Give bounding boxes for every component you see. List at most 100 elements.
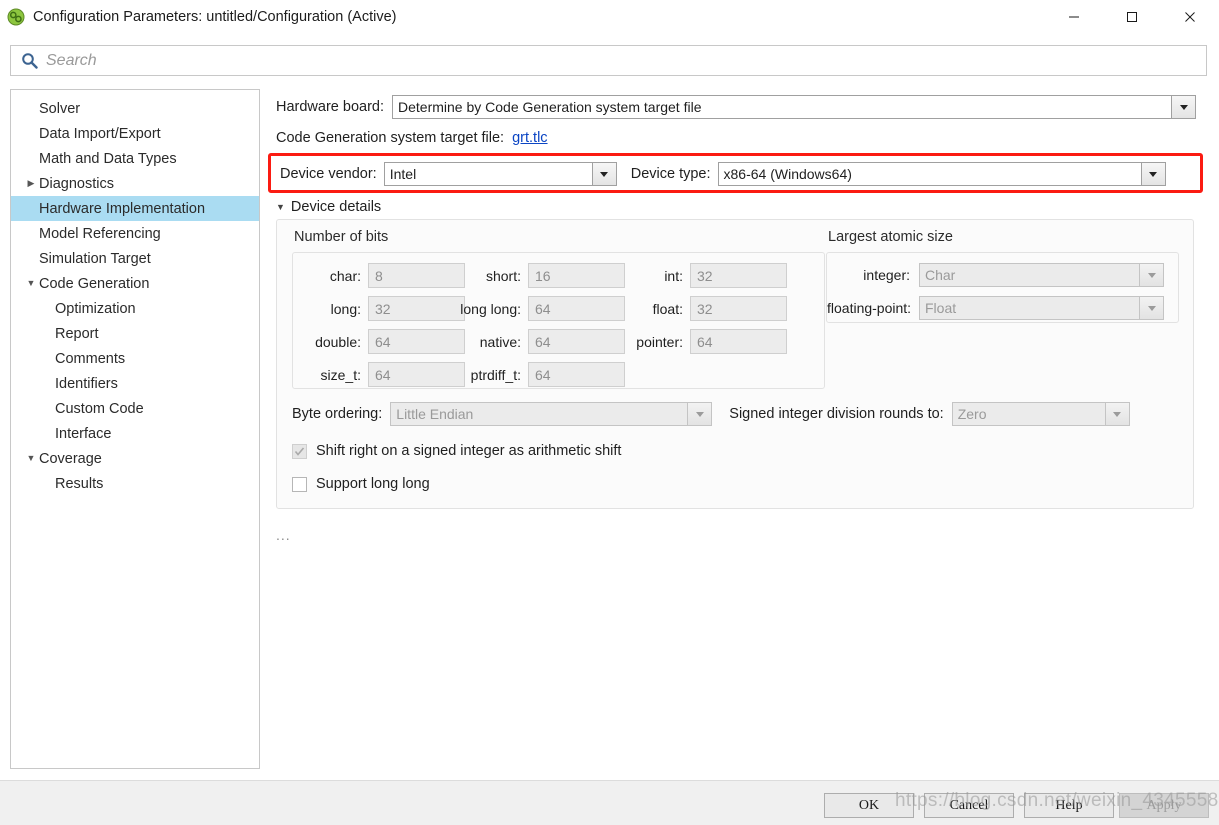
minimize-icon xyxy=(1069,16,1079,17)
sidebar-item-report[interactable]: Report xyxy=(11,321,259,346)
search-bar[interactable] xyxy=(10,45,1207,76)
sidebar-item-solver[interactable]: Solver xyxy=(11,96,259,121)
chevron-down-icon[interactable] xyxy=(1139,264,1163,286)
maximize-icon xyxy=(1127,11,1137,22)
shift-right-checkbox-row[interactable]: Shift right on a signed integer as arith… xyxy=(292,443,621,459)
shift-right-label: Shift right on a signed integer as arith… xyxy=(316,443,622,459)
chevron-down-icon[interactable] xyxy=(591,163,616,185)
system-target-file-label: Code Generation system target file: xyxy=(276,130,505,146)
sidebar-item-label: Simulation Target xyxy=(39,250,151,267)
check-icon xyxy=(294,446,305,456)
device-type-label: Device type: xyxy=(630,166,711,182)
sidebar-item-interface[interactable]: Interface xyxy=(11,421,259,446)
byte-ordering-label: Byte ordering: xyxy=(292,406,383,422)
sidebar-item-math-and-data-types[interactable]: Math and Data Types xyxy=(11,146,259,171)
chevron-down-icon[interactable] xyxy=(687,403,712,425)
settings-tree[interactable]: Solver Data Import/Export Math and Data Ty… xyxy=(10,89,260,769)
sidebar-item-label: Code Generation xyxy=(39,275,150,292)
atomic-floating-point-combo[interactable]: Float xyxy=(919,296,1164,320)
sidebar-item-label: Report xyxy=(55,325,99,342)
sidebar-item-label: Math and Data Types xyxy=(39,150,177,167)
chevron-down-icon[interactable] xyxy=(1140,163,1165,185)
signed-division-value: Zero xyxy=(957,406,987,422)
sidebar-item-label: Comments xyxy=(55,350,126,367)
maximize-button[interactable] xyxy=(1103,0,1161,33)
overflow-ellipsis[interactable]: ... xyxy=(276,527,291,543)
triangle-down-icon[interactable]: ▼ xyxy=(23,454,39,463)
chevron-down-icon[interactable] xyxy=(1139,297,1163,319)
close-icon xyxy=(1185,11,1195,22)
device-vendor-combo[interactable]: Intel xyxy=(383,162,617,186)
sidebar-item-results[interactable]: Results xyxy=(11,471,259,496)
window-title: Configuration Parameters: untitled/Confi… xyxy=(33,8,397,25)
device-details-disclosure[interactable]: ▼ Device details xyxy=(276,199,381,215)
hardware-board-row: Hardware board: Determine by Code Genera… xyxy=(276,95,1201,119)
window-controls xyxy=(1045,0,1219,33)
largest-atomic-size-title: Largest atomic size xyxy=(828,229,953,245)
sidebar-item-model-referencing[interactable]: Model Referencing xyxy=(11,221,259,246)
sidebar-item-label: Optimization xyxy=(55,300,136,317)
sidebar-item-code-generation[interactable]: ▼ Code Generation xyxy=(11,271,259,296)
sidebar-item-label: Coverage xyxy=(39,450,102,467)
atomic-floating-point-value: Float xyxy=(925,300,957,316)
device-type-combo[interactable]: x86-64 (Windows64) xyxy=(717,162,1166,186)
bits-label-float: float: xyxy=(652,301,683,317)
triangle-down-icon[interactable]: ▼ xyxy=(23,279,39,288)
bits-field-pointer[interactable]: 64 xyxy=(690,329,787,354)
sidebar-item-identifiers[interactable]: Identifiers xyxy=(11,371,259,396)
sidebar-item-comments[interactable]: Comments xyxy=(11,346,259,371)
settings-pane: Hardware board: Determine by Code Genera… xyxy=(268,89,1207,769)
ok-button[interactable]: OK xyxy=(824,793,914,818)
sidebar-item-label: Data Import/Export xyxy=(39,125,161,142)
chevron-down-icon[interactable] xyxy=(1171,96,1195,118)
shift-right-checkbox[interactable] xyxy=(292,443,307,459)
window-title-bar: Configuration Parameters: untitled/Confi… xyxy=(0,0,1219,34)
byte-ordering-row: Byte ordering: Little Endian Signed inte… xyxy=(292,402,1182,426)
support-long-long-label: Support long long xyxy=(316,476,430,492)
sidebar-item-label: Results xyxy=(55,475,104,492)
minimize-button[interactable] xyxy=(1045,0,1103,33)
bits-field-int[interactable]: 32 xyxy=(690,263,787,288)
sidebar-item-label: Model Referencing xyxy=(39,225,161,242)
signed-division-combo[interactable]: Zero xyxy=(951,402,1130,426)
sidebar-item-label: Diagnostics xyxy=(39,175,114,192)
search-icon xyxy=(21,52,38,69)
atomic-integer-label: integer: xyxy=(863,267,910,283)
help-button[interactable]: Help xyxy=(1024,793,1114,818)
search-input[interactable] xyxy=(46,51,1206,70)
chevron-down-icon[interactable] xyxy=(1104,403,1129,425)
bits-field-float[interactable]: 32 xyxy=(690,296,787,321)
device-details-panel: Number of bits char: 8 short: 16 int: 32 long:… xyxy=(276,219,1194,509)
sidebar-item-coverage[interactable]: ▼ Coverage xyxy=(11,446,259,471)
sidebar-item-label: Solver xyxy=(39,100,81,117)
triangle-down-icon: ▼ xyxy=(276,201,285,212)
byte-ordering-combo[interactable]: Little Endian xyxy=(390,402,713,426)
bits-field-ptrdiff_t[interactable]: 64 xyxy=(528,362,625,387)
hardware-board-label: Hardware board: xyxy=(276,99,384,115)
device-vendor-value: Intel xyxy=(389,166,417,182)
sidebar-item-diagnostics[interactable]: ▶ Diagnostics xyxy=(11,171,259,196)
support-long-long-checkbox-row[interactable]: Support long long xyxy=(292,476,430,492)
close-button[interactable] xyxy=(1161,0,1219,33)
number-of-bits-group: char: 8 short: 16 int: 32 long: 32 long long: 64 f… xyxy=(292,252,825,389)
hardware-board-combo[interactable]: Determine by Code Generation system targ… xyxy=(392,95,1196,119)
hardware-board-value: Determine by Code Generation system targ… xyxy=(398,99,702,115)
dialog-footer: OK Cancel Help Apply xyxy=(0,780,1219,825)
atomic-integer-combo[interactable]: Char xyxy=(919,263,1164,287)
byte-ordering-value: Little Endian xyxy=(396,406,474,422)
sidebar-item-hardware-implementation[interactable]: Hardware Implementation xyxy=(11,196,259,221)
atomic-floating-point-label: floating-point: xyxy=(827,300,912,316)
sidebar-item-simulation-target[interactable]: Simulation Target xyxy=(11,246,259,271)
sidebar-item-label: Identifiers xyxy=(55,375,118,392)
sidebar-item-data-import-export[interactable]: Data Import/Export xyxy=(11,121,259,146)
device-type-value: x86-64 (Windows64) xyxy=(723,166,852,182)
support-long-long-checkbox[interactable] xyxy=(292,476,307,492)
sidebar-item-optimization[interactable]: Optimization xyxy=(11,296,259,321)
sidebar-item-label: Custom Code xyxy=(55,400,144,417)
system-target-file-link[interactable]: grt.tlc xyxy=(512,130,547,146)
cancel-button[interactable]: Cancel xyxy=(924,793,1014,818)
system-target-file-row: Code Generation system target file: grt.… xyxy=(276,130,548,146)
apply-button: Apply xyxy=(1119,793,1209,818)
triangle-right-icon[interactable]: ▶ xyxy=(23,179,39,188)
sidebar-item-custom-code[interactable]: Custom Code xyxy=(11,396,259,421)
